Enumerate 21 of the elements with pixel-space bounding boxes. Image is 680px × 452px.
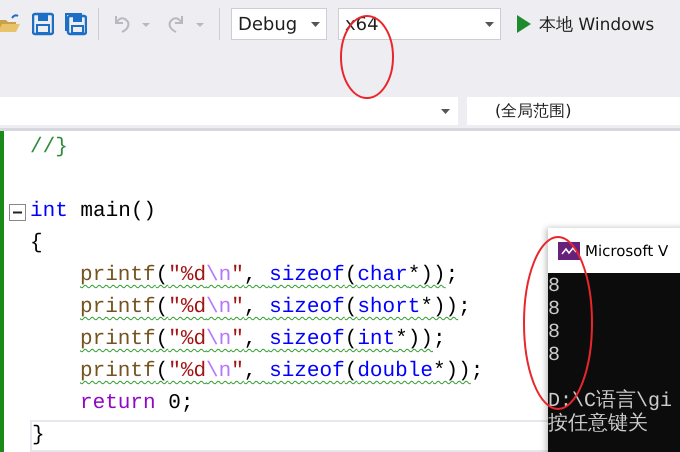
collapse-icon[interactable] (8, 204, 26, 220)
save-icon[interactable] (32, 12, 54, 36)
scope-dropdown[interactable]: (全局范围) (467, 97, 680, 125)
code-line: return 0; (79, 391, 194, 417)
code-line: } (32, 423, 45, 449)
run-button[interactable]: 本地 Windows (517, 8, 654, 40)
code-line: //} (30, 135, 68, 161)
console-title: Microsoft V (585, 242, 668, 260)
code-line: printf("%d\n", sizeof(char*)); (79, 263, 458, 289)
console-app-icon (558, 242, 580, 260)
code-line: int main() (30, 199, 156, 225)
code-line: { (30, 231, 43, 257)
dropdown-caret-icon (311, 22, 320, 26)
play-icon (517, 15, 531, 33)
dropdown-caret-icon (441, 108, 450, 114)
code-line: printf("%d\n", sizeof(short*)); (79, 295, 471, 321)
configuration-dropdown[interactable]: Debug (231, 8, 327, 40)
save-all-icon[interactable] (65, 12, 87, 36)
code-line: printf("%d\n", sizeof(double*)); (79, 359, 484, 385)
dropdown-caret-icon (485, 22, 494, 26)
code-line: printf("%d\n", sizeof(int*)); (79, 327, 446, 353)
